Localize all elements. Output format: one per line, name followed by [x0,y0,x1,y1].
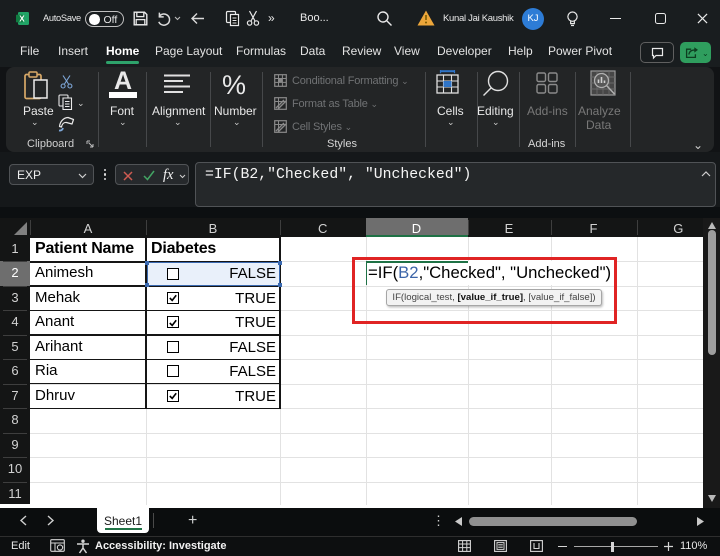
svg-text:X: X [19,15,25,24]
